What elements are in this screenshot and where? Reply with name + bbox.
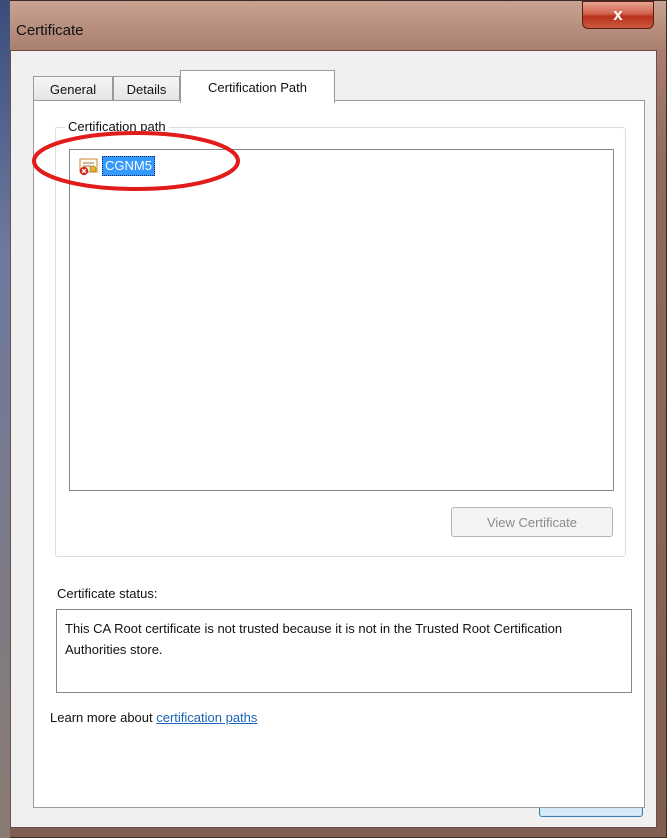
certificate-error-icon bbox=[79, 158, 98, 176]
title-bar[interactable]: Certificate x bbox=[0, 0, 667, 50]
tab-general-label: General bbox=[49, 81, 97, 97]
close-button[interactable]: x bbox=[582, 1, 654, 29]
tab-details[interactable]: Details bbox=[113, 76, 180, 101]
certificate-status-text: This CA Root certificate is not trusted … bbox=[65, 621, 563, 657]
tab-general[interactable]: General bbox=[33, 76, 113, 101]
tree-item-cgnm5[interactable]: CGNM5 bbox=[32, 131, 240, 191]
certification-path-group-label: Certification path bbox=[65, 119, 169, 134]
view-certificate-button[interactable]: View Certificate bbox=[451, 507, 613, 537]
learn-more-prefix: Learn more about bbox=[50, 710, 157, 725]
certification-path-tree[interactable]: CGNM5 bbox=[32, 131, 614, 491]
tab-details-label: Details bbox=[126, 81, 167, 97]
close-icon: x bbox=[613, 5, 623, 24]
certification-paths-link[interactable]: certification paths bbox=[156, 710, 257, 725]
certification-path-panel: Certification path CGNM5 View Certificat… bbox=[32, 100, 645, 808]
window-title: Certificate bbox=[16, 22, 84, 39]
tab-certification-path[interactable]: Certification Path bbox=[180, 70, 335, 103]
certificate-status-label: Certificate status: bbox=[57, 586, 158, 601]
certificate-status-textbox[interactable]: This CA Root certificate is not trusted … bbox=[56, 609, 632, 693]
certification-path-group: Certification path CGNM5 View Certificat… bbox=[32, 119, 626, 557]
view-certificate-label: View Certificate bbox=[486, 514, 578, 530]
tree-item-label: CGNM5 bbox=[102, 156, 155, 176]
learn-more-text: Learn more about certification paths bbox=[50, 710, 257, 725]
dialog-client-area: General Details Certification Path Certi… bbox=[10, 50, 657, 828]
background-window-edge bbox=[0, 0, 10, 838]
tab-certification-path-label: Certification Path bbox=[208, 79, 307, 95]
